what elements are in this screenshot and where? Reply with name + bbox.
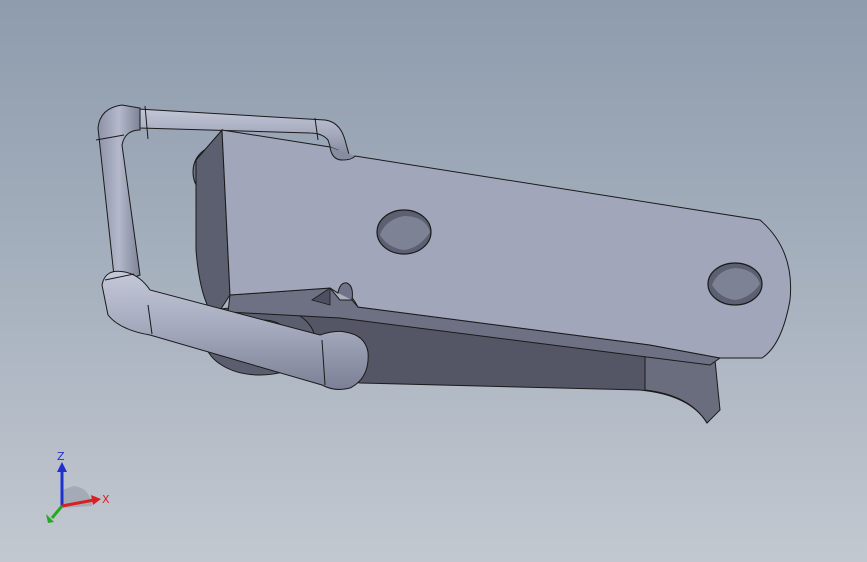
axis-triad[interactable]: Z X [36,448,116,534]
z-axis-label: Z [57,450,65,463]
y-axis-arrow [50,505,64,519]
latch-3d-model[interactable] [0,0,867,562]
z-axis-head [57,462,67,472]
x-axis-label: X [102,493,110,506]
graphics-viewport[interactable]: Z X [0,0,867,562]
x-axis-head [91,495,101,505]
wire-loop-left-bar [97,104,141,286]
